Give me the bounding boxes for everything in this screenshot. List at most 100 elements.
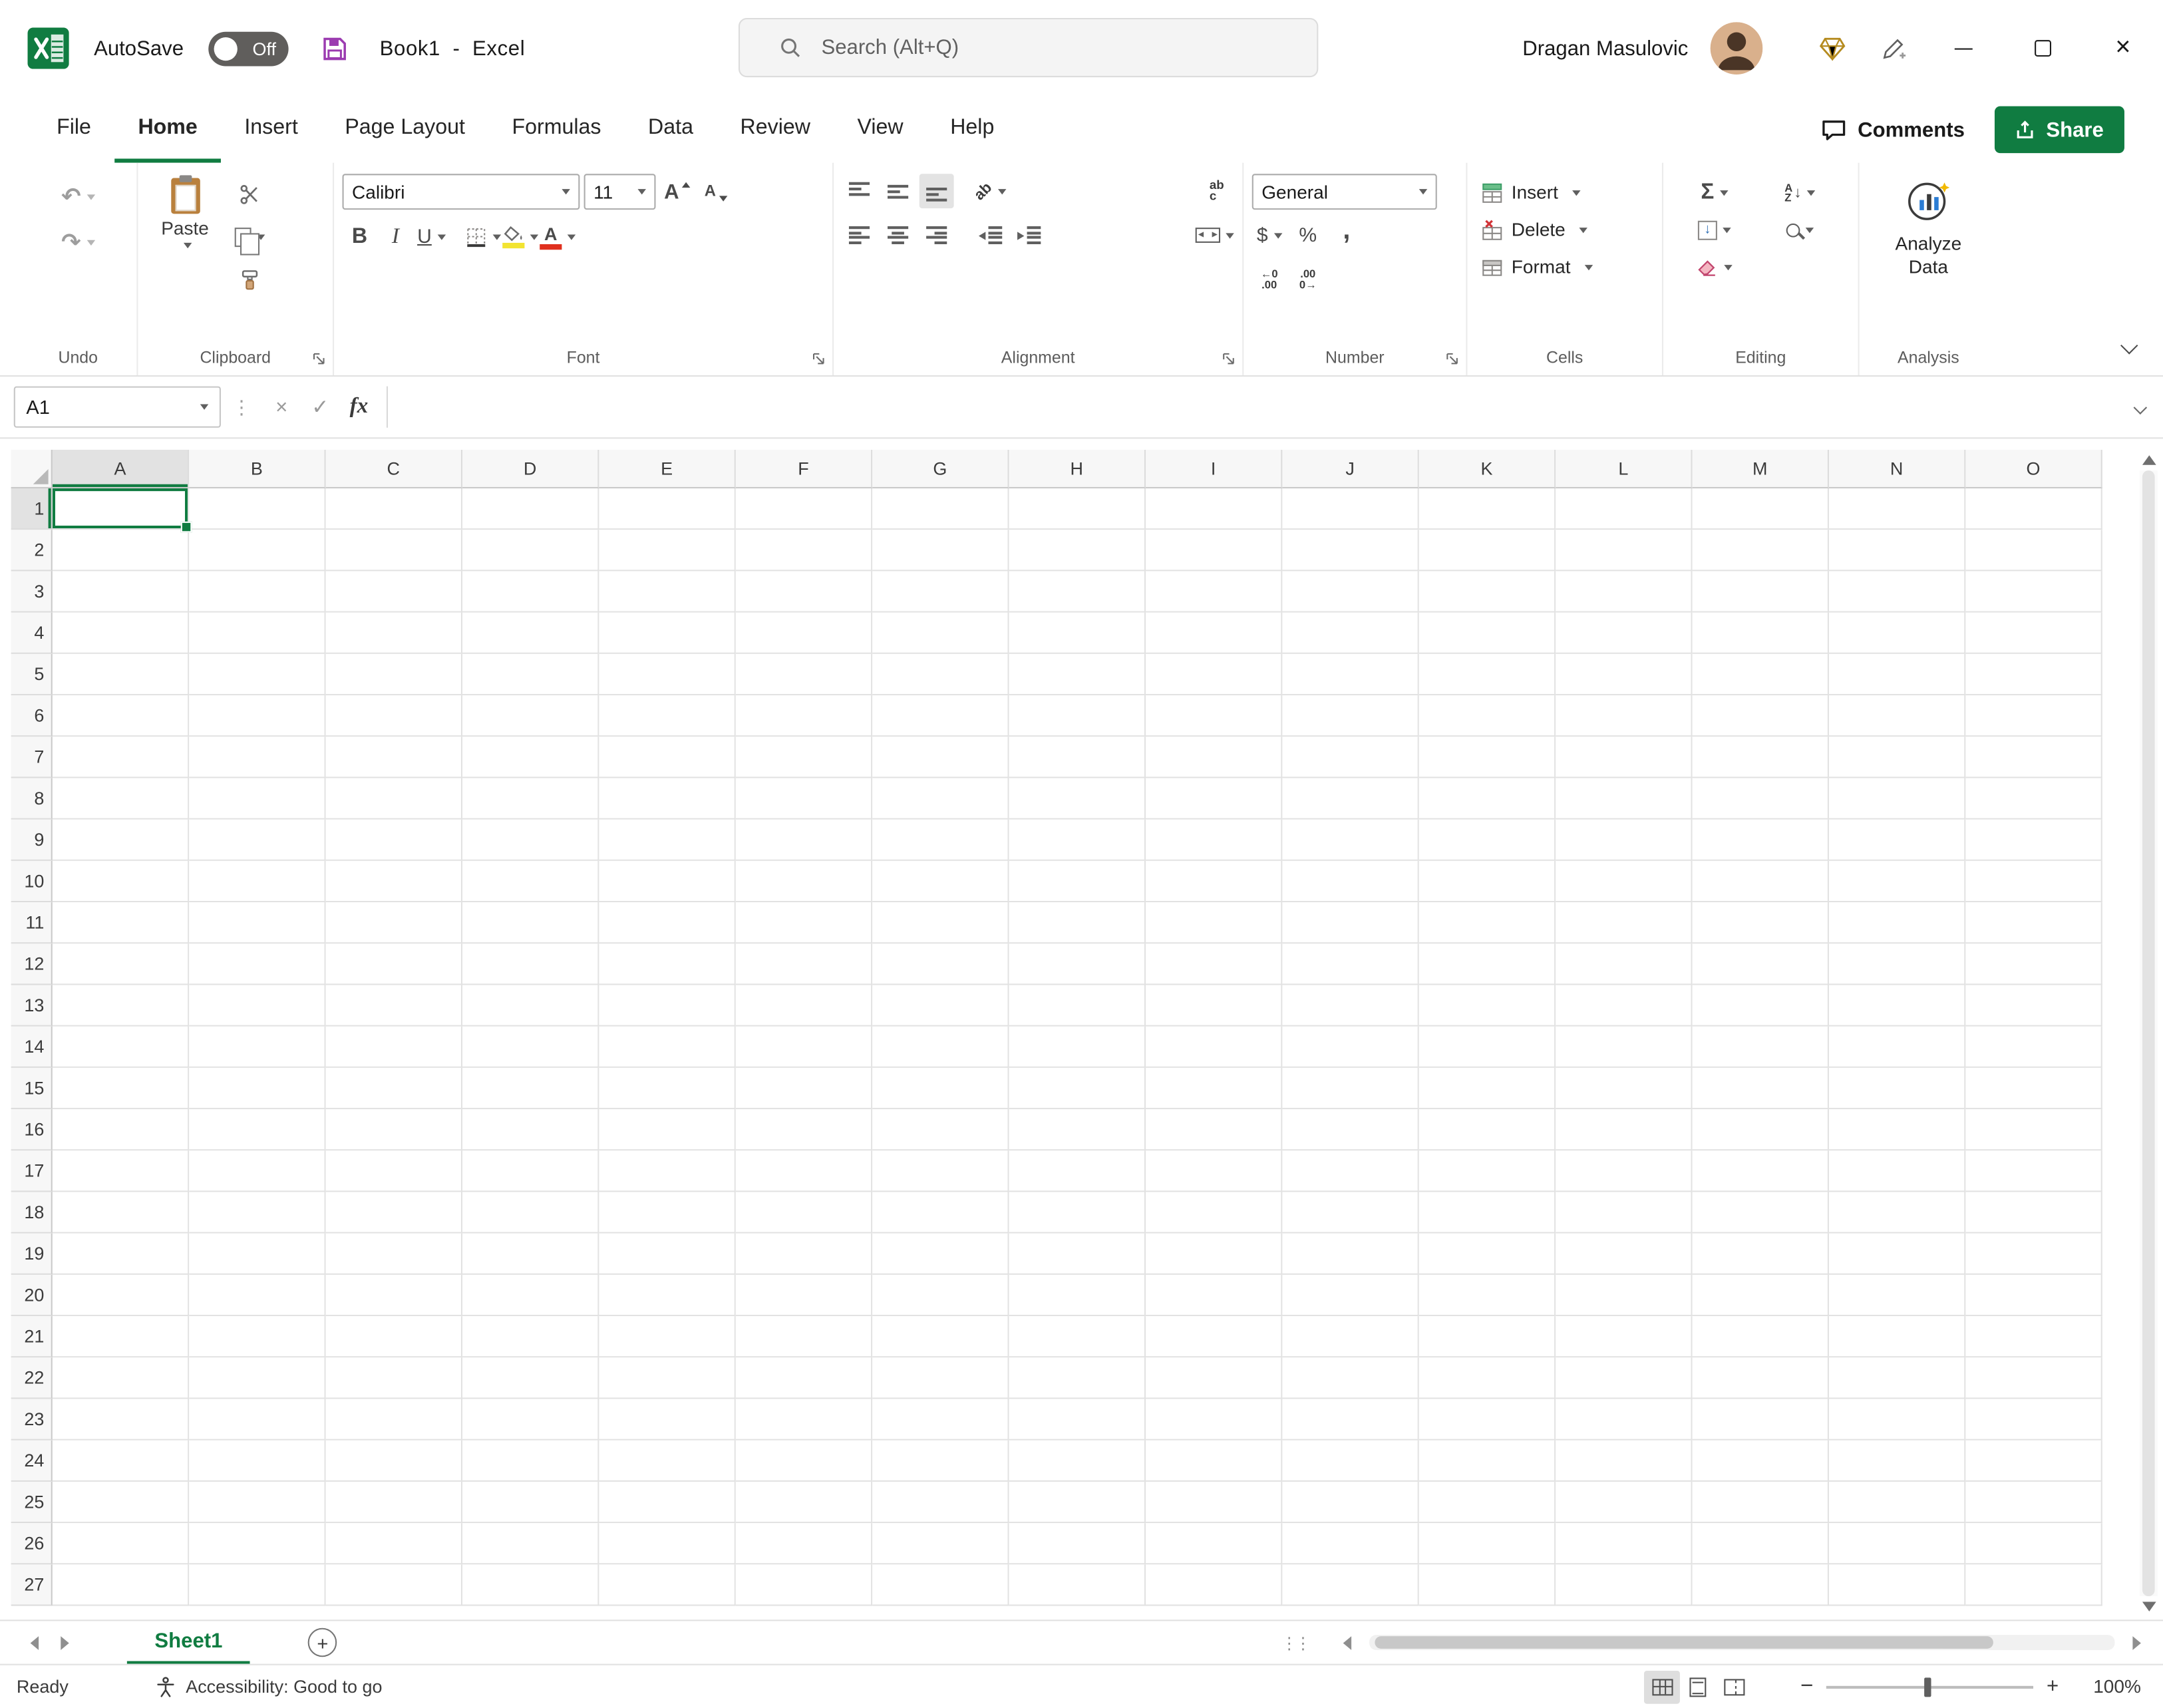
- cell-D4[interactable]: [462, 612, 599, 654]
- cell-A18[interactable]: [52, 1192, 190, 1234]
- cell-C7[interactable]: [325, 737, 463, 778]
- cell-B23[interactable]: [189, 1399, 326, 1441]
- cell-J1[interactable]: [1282, 488, 1419, 530]
- cell-G2[interactable]: [872, 530, 1009, 572]
- cell-K5[interactable]: [1418, 653, 1556, 696]
- cell-G23[interactable]: [872, 1399, 1009, 1441]
- cell-O14[interactable]: [1965, 1026, 2102, 1068]
- cell-O13[interactable]: [1965, 985, 2102, 1027]
- cell-M26[interactable]: [1692, 1523, 1829, 1565]
- tab-insert[interactable]: Insert: [221, 96, 321, 163]
- bottom-align-button[interactable]: [919, 174, 954, 209]
- cell-L4[interactable]: [1556, 612, 1693, 654]
- cell-G4[interactable]: [872, 612, 1009, 654]
- cell-F15[interactable]: [735, 1067, 873, 1110]
- cell-C25[interactable]: [325, 1481, 463, 1524]
- cell-I25[interactable]: [1146, 1481, 1283, 1524]
- zoom-in-button[interactable]: +: [2039, 1675, 2066, 1698]
- enter-button[interactable]: ✓: [301, 387, 339, 428]
- cell-G10[interactable]: [872, 860, 1009, 903]
- cell-M23[interactable]: [1692, 1399, 1829, 1441]
- minimize-button[interactable]: [1923, 0, 2003, 96]
- cut-button[interactable]: [232, 176, 267, 211]
- cell-D8[interactable]: [462, 778, 599, 820]
- cell-L13[interactable]: [1556, 985, 1693, 1027]
- cell-K19[interactable]: [1418, 1233, 1556, 1275]
- horizontal-scroll-thumb[interactable]: [1375, 1636, 1993, 1649]
- cell-I7[interactable]: [1146, 737, 1283, 778]
- cell-A4[interactable]: [52, 612, 190, 654]
- user-avatar[interactable]: [1710, 22, 1763, 75]
- cell-F21[interactable]: [735, 1316, 873, 1358]
- cell-F16[interactable]: [735, 1109, 873, 1151]
- clipboard-dialog-launcher[interactable]: [311, 351, 327, 367]
- cell-L25[interactable]: [1556, 1481, 1693, 1524]
- formula-input[interactable]: [386, 386, 2116, 428]
- cell-I11[interactable]: [1146, 902, 1283, 944]
- cell-E22[interactable]: [599, 1357, 736, 1399]
- normal-view-button[interactable]: [1643, 1669, 1680, 1703]
- cell-K11[interactable]: [1418, 902, 1556, 944]
- cell-B3[interactable]: [189, 571, 326, 613]
- cell-G9[interactable]: [872, 819, 1009, 861]
- cell-M2[interactable]: [1692, 530, 1829, 572]
- cell-E14[interactable]: [599, 1026, 736, 1068]
- cell-G27[interactable]: [872, 1564, 1009, 1606]
- cell-L21[interactable]: [1556, 1316, 1693, 1358]
- row-header-20[interactable]: 20: [11, 1274, 53, 1317]
- column-header-D[interactable]: D: [462, 449, 599, 489]
- cell-F27[interactable]: [735, 1564, 873, 1606]
- cell-K9[interactable]: [1418, 819, 1556, 861]
- cell-B16[interactable]: [189, 1109, 326, 1151]
- cell-L18[interactable]: [1556, 1192, 1693, 1234]
- cell-O11[interactable]: [1965, 902, 2102, 944]
- cell-H15[interactable]: [1009, 1067, 1146, 1110]
- cell-F7[interactable]: [735, 737, 873, 778]
- cell-M14[interactable]: [1692, 1026, 1829, 1068]
- cell-N9[interactable]: [1828, 819, 1966, 861]
- cell-I15[interactable]: [1146, 1067, 1283, 1110]
- cell-C12[interactable]: [325, 943, 463, 985]
- cell-C3[interactable]: [325, 571, 463, 613]
- accessibility-status[interactable]: Accessibility: Good to go: [154, 1675, 383, 1697]
- cell-M16[interactable]: [1692, 1109, 1829, 1151]
- cell-A16[interactable]: [52, 1109, 190, 1151]
- row-header-17[interactable]: 17: [11, 1150, 53, 1192]
- cell-L24[interactable]: [1556, 1440, 1693, 1482]
- middle-align-button[interactable]: [881, 174, 915, 208]
- cell-M13[interactable]: [1692, 985, 1829, 1027]
- row-header-13[interactable]: 13: [11, 985, 53, 1027]
- tab-help[interactable]: Help: [927, 96, 1018, 163]
- cell-H17[interactable]: [1009, 1150, 1146, 1192]
- cell-L27[interactable]: [1556, 1564, 1693, 1606]
- cell-J17[interactable]: [1282, 1150, 1419, 1192]
- row-header-24[interactable]: 24: [11, 1440, 53, 1482]
- cell-D6[interactable]: [462, 695, 599, 737]
- cell-F17[interactable]: [735, 1150, 873, 1192]
- cell-G21[interactable]: [872, 1316, 1009, 1358]
- row-header-23[interactable]: 23: [11, 1399, 53, 1441]
- cell-N20[interactable]: [1828, 1274, 1966, 1317]
- cell-N13[interactable]: [1828, 985, 1966, 1027]
- cell-N19[interactable]: [1828, 1233, 1966, 1275]
- cell-A24[interactable]: [52, 1440, 190, 1482]
- column-header-G[interactable]: G: [872, 449, 1009, 489]
- cell-O12[interactable]: [1965, 943, 2102, 985]
- cell-E3[interactable]: [599, 571, 736, 613]
- cell-H7[interactable]: [1009, 737, 1146, 778]
- cell-G12[interactable]: [872, 943, 1009, 985]
- cell-N24[interactable]: [1828, 1440, 1966, 1482]
- format-cells-button[interactable]: Format: [1476, 248, 1654, 285]
- cell-D13[interactable]: [462, 985, 599, 1027]
- cell-L22[interactable]: [1556, 1357, 1693, 1399]
- cell-O26[interactable]: [1965, 1523, 2102, 1565]
- tab-view[interactable]: View: [834, 96, 927, 163]
- cell-G7[interactable]: [872, 737, 1009, 778]
- cell-N6[interactable]: [1828, 695, 1966, 737]
- cell-A6[interactable]: [52, 695, 190, 737]
- cell-K13[interactable]: [1418, 985, 1556, 1027]
- decrease-decimal-button[interactable]: .00 0→: [1291, 262, 1325, 297]
- cell-E24[interactable]: [599, 1440, 736, 1482]
- cell-C9[interactable]: [325, 819, 463, 861]
- bold-button[interactable]: B: [343, 220, 377, 254]
